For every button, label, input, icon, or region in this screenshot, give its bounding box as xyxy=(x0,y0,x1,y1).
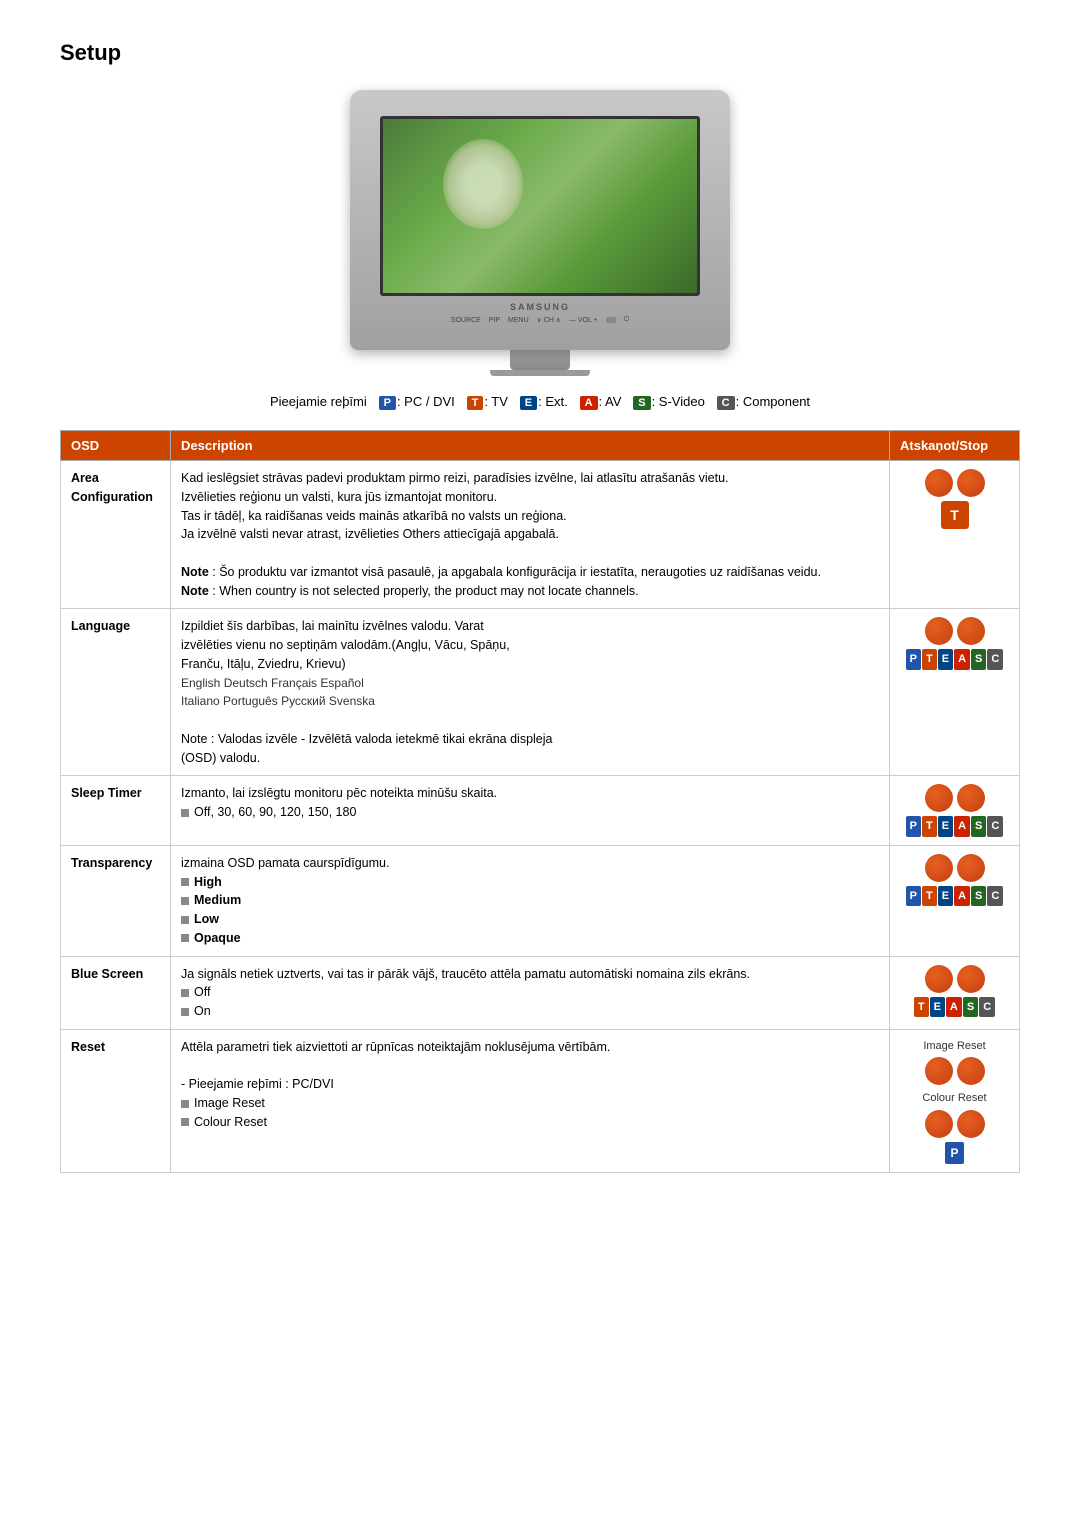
main-table: OSD Description Atskaņot/Stop AreaConfig… xyxy=(60,430,1020,1173)
bullet-icon xyxy=(181,934,189,942)
p-badge: P xyxy=(945,1142,963,1164)
badge-p: P xyxy=(379,396,396,410)
legend-row: Pieejamie reþīmi P: PC / DVI T: TV E: Ex… xyxy=(60,394,1020,410)
osd-reset: Reset xyxy=(61,1029,171,1172)
table-row: Reset Attēla parametri tiek aizviettoti … xyxy=(61,1029,1020,1172)
pteasc-sleep: PTEASC xyxy=(906,816,1004,837)
monitor-body: SAMSUNG SOURCE PIP MENU ∨ CH ∧ — VOL + ⏻ xyxy=(350,90,730,350)
icon-transparency: PTEASC xyxy=(890,845,1020,956)
monitor-base xyxy=(510,350,570,370)
play-icon xyxy=(925,469,953,497)
stop-icon xyxy=(957,854,985,882)
monitor-stand xyxy=(490,370,590,376)
badge-e: E xyxy=(520,396,537,410)
osd-blue-screen: Blue Screen xyxy=(61,956,171,1029)
icon-pair-reset-colour xyxy=(900,1110,1009,1138)
table-row: AreaConfiguration Kad ieslēgsiet strāvas… xyxy=(61,461,1020,609)
icon-sleep-timer: PTEASC xyxy=(890,776,1020,846)
play-icon xyxy=(925,1110,953,1138)
pteasc-blue: TEASC xyxy=(914,997,995,1018)
play-icon xyxy=(925,617,953,645)
desc-language: Izpildiet šīs darbības, lai mainītu izvē… xyxy=(171,609,890,776)
badge-s: S xyxy=(633,396,650,410)
stop-icon xyxy=(957,617,985,645)
icon-reset: Image Reset Colour Reset P xyxy=(890,1029,1020,1172)
monitor-controls: SOURCE PIP MENU ∨ CH ∧ — VOL + ⏻ xyxy=(451,316,629,324)
play-icon xyxy=(925,854,953,882)
bullet-icon xyxy=(181,1008,189,1016)
icon-pair-area xyxy=(900,469,1009,497)
t-icon-row: T xyxy=(900,501,1009,529)
stop-icon xyxy=(957,1110,985,1138)
bullet-icon xyxy=(181,809,189,817)
pteasc-trans: PTEASC xyxy=(906,886,1004,907)
bullet-icon xyxy=(181,989,189,997)
header-description: Description xyxy=(171,431,890,461)
icon-area-config: T xyxy=(890,461,1020,609)
monitor-brand: SAMSUNG xyxy=(510,302,570,312)
colour-reset-label: Colour Reset xyxy=(900,1090,1009,1107)
monitor-screen xyxy=(380,116,700,296)
desc-blue-screen: Ja signāls netiek uztverts, vai tas ir p… xyxy=(171,956,890,1029)
icon-pair-blue xyxy=(900,965,1009,993)
icon-pair-reset-image xyxy=(900,1057,1009,1085)
bullet-icon xyxy=(181,1100,189,1108)
osd-transparency: Transparency xyxy=(61,845,171,956)
play-icon xyxy=(925,784,953,812)
badge-a: A xyxy=(580,396,598,410)
table-row: Transparency izmaina OSD pamata caurspīd… xyxy=(61,845,1020,956)
table-row: Blue Screen Ja signāls netiek uztverts, … xyxy=(61,956,1020,1029)
badge-c: C xyxy=(717,396,735,410)
play-icon xyxy=(925,965,953,993)
legend-prefix: Pieejamie reþīmi xyxy=(270,394,367,409)
bullet-icon xyxy=(181,1118,189,1126)
play-icon xyxy=(925,1057,953,1085)
icon-language: PTEASC xyxy=(890,609,1020,776)
table-row: Sleep Timer Izmanto, lai izslēgtu monito… xyxy=(61,776,1020,846)
table-row: Language Izpildiet šīs darbības, lai mai… xyxy=(61,609,1020,776)
tv-badge: T xyxy=(941,501,969,529)
header-osd: OSD xyxy=(61,431,171,461)
stop-icon xyxy=(957,469,985,497)
icon-pair-trans xyxy=(900,854,1009,882)
stop-icon xyxy=(957,784,985,812)
desc-transparency: izmaina OSD pamata caurspīdīgumu. High M… xyxy=(171,845,890,956)
badge-t: T xyxy=(467,396,484,410)
page-title: Setup xyxy=(60,40,1020,66)
osd-area-config: AreaConfiguration xyxy=(61,461,171,609)
osd-sleep-timer: Sleep Timer xyxy=(61,776,171,846)
osd-language: Language xyxy=(61,609,171,776)
pteasc-lang: PTEASC xyxy=(906,649,1004,670)
bullet-icon xyxy=(181,916,189,924)
bullet-icon xyxy=(181,878,189,886)
monitor-illustration: SAMSUNG SOURCE PIP MENU ∨ CH ∧ — VOL + ⏻ xyxy=(60,90,1020,376)
desc-sleep-timer: Izmanto, lai izslēgtu monitoru pēc notei… xyxy=(171,776,890,846)
stop-icon xyxy=(957,965,985,993)
icon-pair-lang xyxy=(900,617,1009,645)
header-stop: Atskaņot/Stop xyxy=(890,431,1020,461)
icon-pair-sleep xyxy=(900,784,1009,812)
bullet-icon xyxy=(181,897,189,905)
desc-area-config: Kad ieslēgsiet strāvas padevi produktam … xyxy=(171,461,890,609)
image-reset-label: Image Reset xyxy=(900,1038,1009,1055)
desc-reset: Attēla parametri tiek aizviettoti ar rūp… xyxy=(171,1029,890,1172)
stop-icon xyxy=(957,1057,985,1085)
icon-blue-screen: TEASC xyxy=(890,956,1020,1029)
